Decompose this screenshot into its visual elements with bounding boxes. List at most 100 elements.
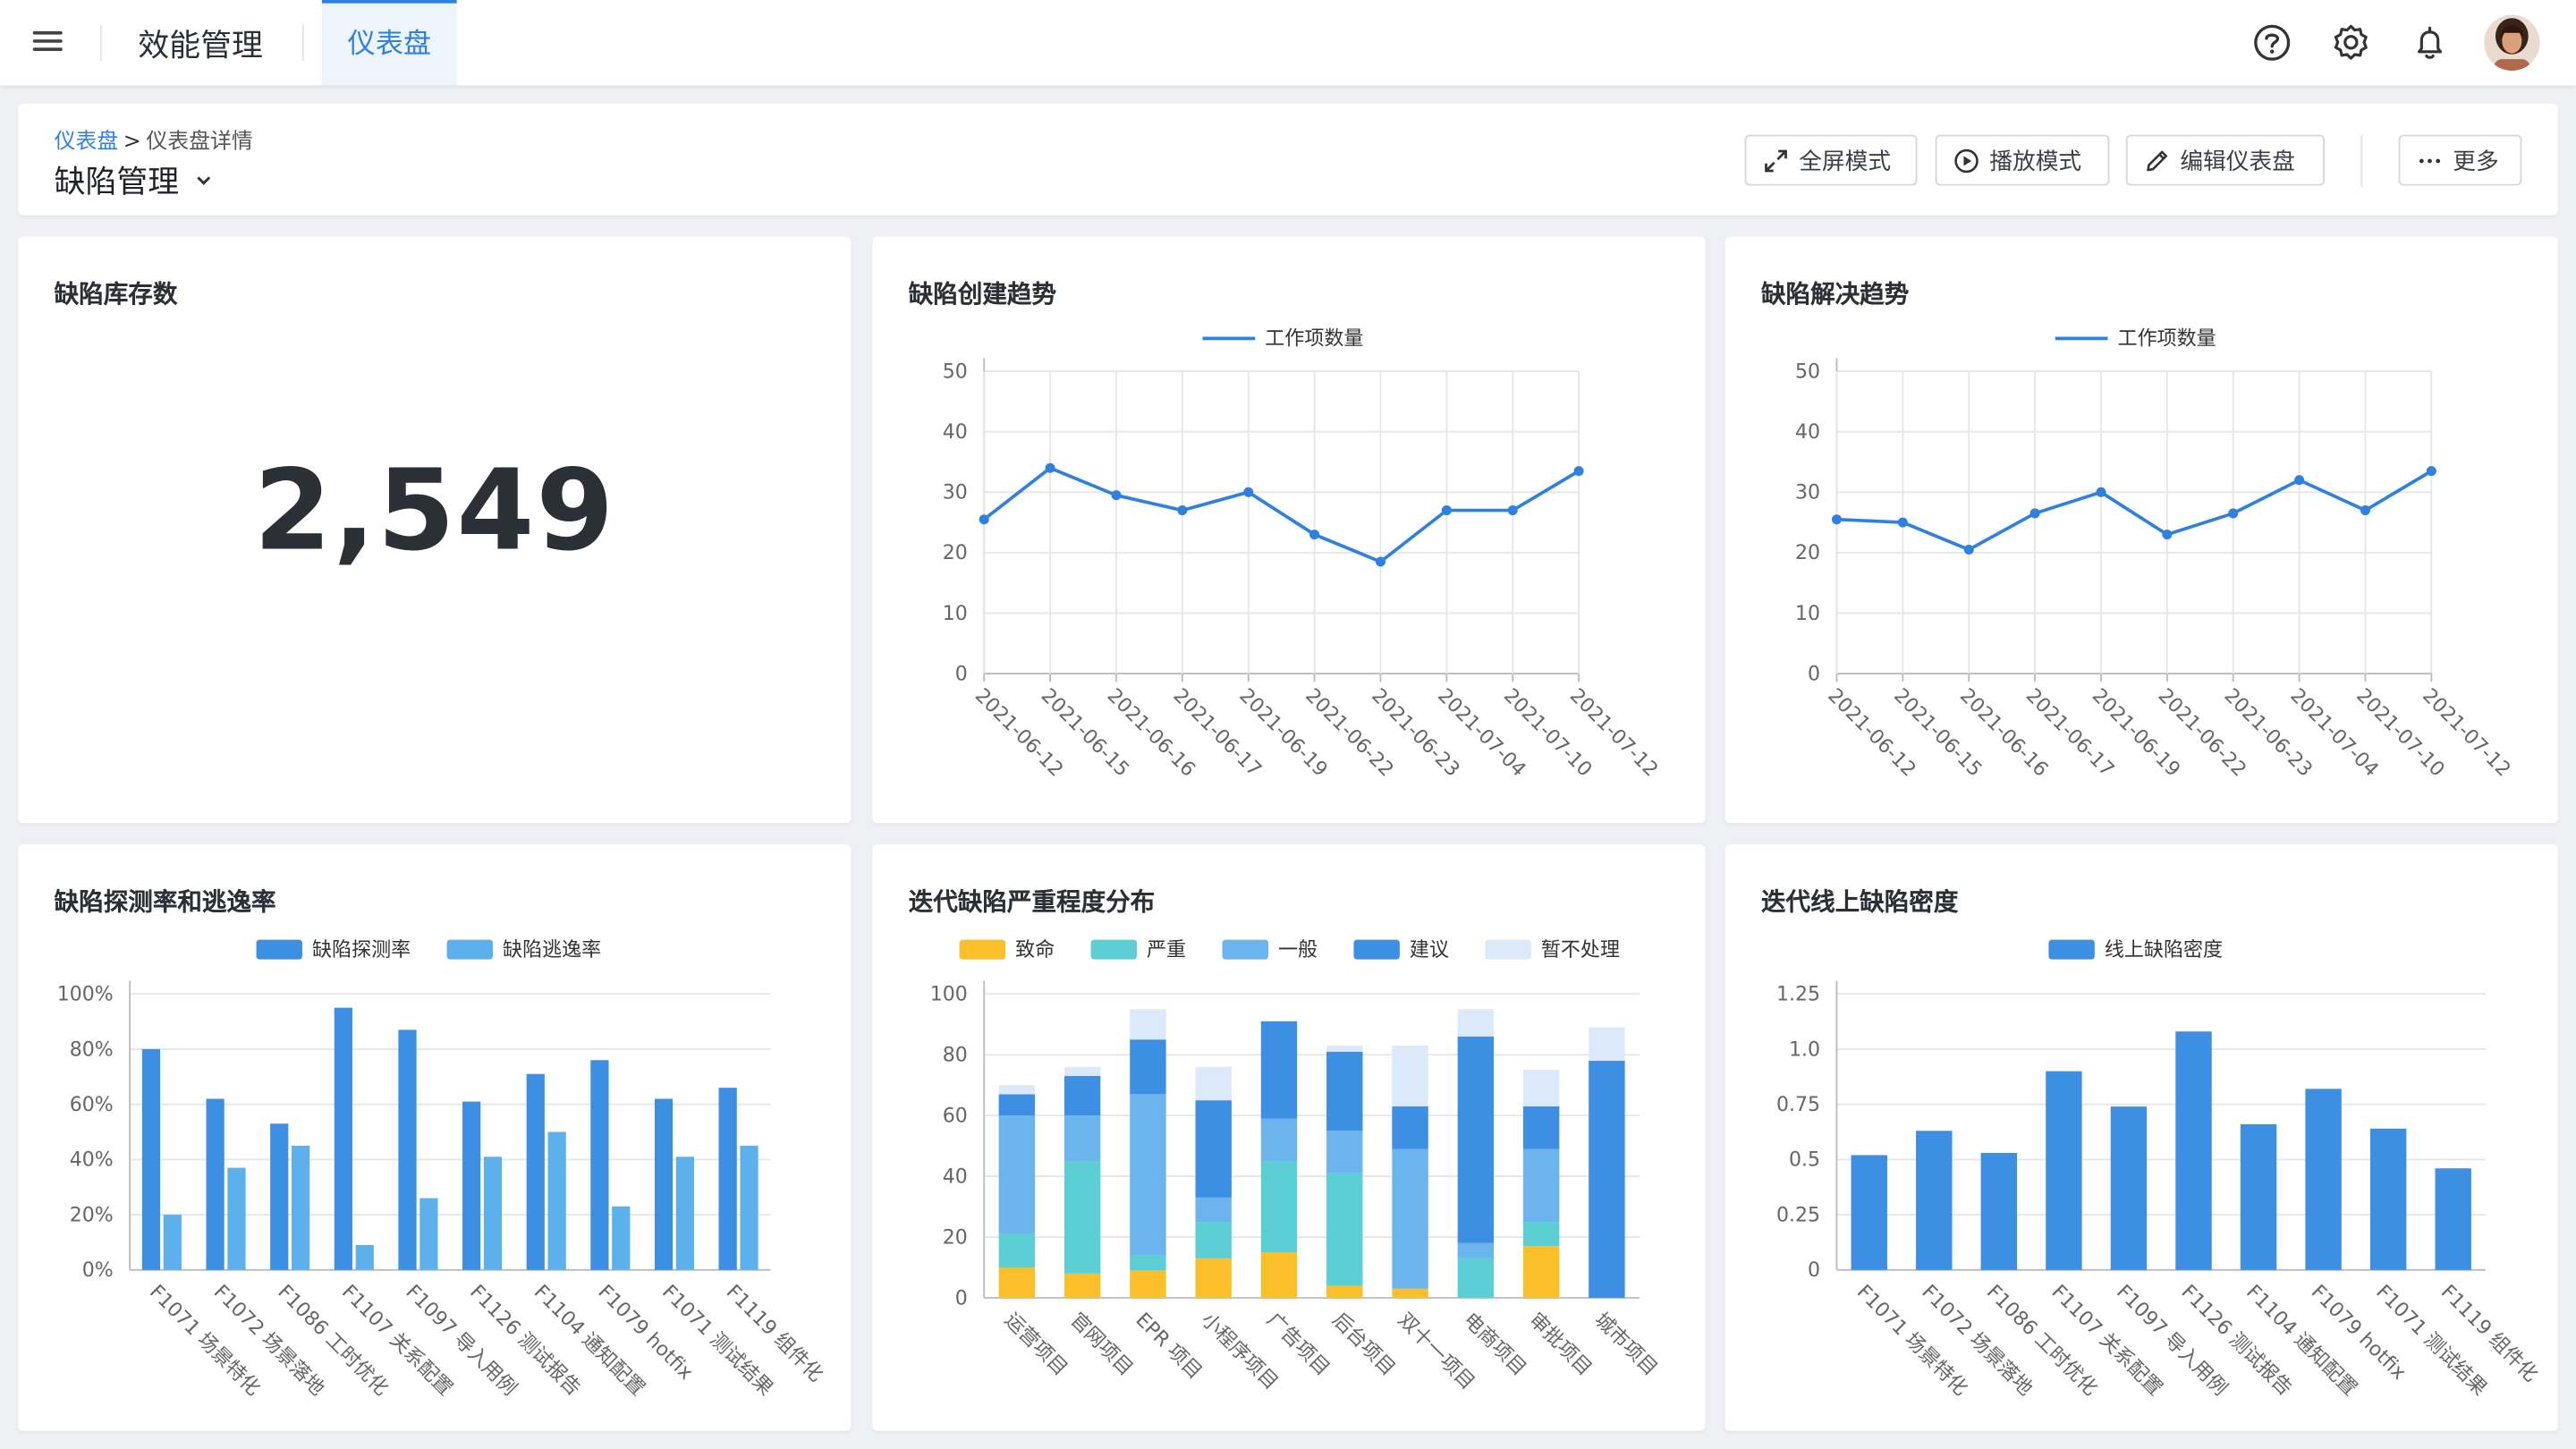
bar [1916,1131,1953,1270]
y-tick-label: 60 [943,1105,968,1127]
fullscreen-button[interactable]: 全屏模式 [1744,134,1918,186]
density-chart: 00.250.50.751.01.25F1071 场景特化F1072 场景落地F… [1776,939,2542,1401]
legend-swatch [959,939,1006,960]
menu-icon[interactable] [31,26,64,59]
bar [206,1098,225,1270]
avatar[interactable] [2484,14,2540,71]
data-point [2294,475,2305,486]
data-point [1963,544,1974,555]
y-tick-label: 0 [1808,1259,1820,1282]
bar [483,1157,503,1270]
bar [654,1098,674,1270]
y-tick-label: 0 [955,663,968,685]
bar-segment [1457,1242,1495,1258]
y-tick-label: 40 [1795,421,1820,444]
divider [2360,134,2363,188]
bar-segment [1522,1246,1560,1299]
card-severity: 迭代缺陷严重程度分布 0 20 40 60 80 100 运营项目 官网项目 EPR 项目 小程序… [872,844,1706,1431]
bar [675,1157,695,1270]
x-tick-label: F1126 测试报告 [465,1281,585,1401]
breadcrumb-dashboard-link[interactable]: 仪表盘 [55,130,119,155]
resolve-trend-chart: 010203040502021-06-122021-06-152021-06-1… [1795,328,2514,782]
bar-segment [1260,1021,1298,1119]
legend-label: 缺陷逃逸率 [503,939,601,962]
x-tick-label: F1107 关系配置 [2046,1281,2166,1401]
bar-segment [1522,1106,1560,1149]
bar-segment [1457,1258,1495,1299]
play-circle-icon [1954,148,1979,173]
card-defect-stock: 缺陷库存数 2,549 [18,236,852,824]
edit-dashboard-button[interactable]: 编辑仪表盘 [2125,134,2325,186]
y-tick-label: 80 [943,1045,968,1067]
bell-icon[interactable] [2409,21,2452,64]
y-tick-label: 1.0 [1789,1038,1820,1061]
data-point [2162,530,2173,540]
bar [526,1073,545,1270]
bar [163,1215,182,1270]
detect-escape-chart: 0%20%40%60%80%100%F1071 场景特化F1072 场景落地F1… [57,939,827,1401]
x-tick-label: F1086 工时优化 [273,1281,393,1401]
help-icon[interactable] [2250,21,2293,64]
app-title: 效能管理 [138,28,263,64]
legend-label: 致命 [1015,939,1055,962]
x-tick-label: F1097 导入用例 [402,1281,521,1401]
y-tick-label: 30 [1795,482,1820,504]
legend-swatch [256,939,302,960]
x-tick-label: 城市项目 [1589,1309,1661,1380]
data-point [1177,505,1188,516]
bar-segment [1260,1161,1298,1253]
bar [1980,1152,2018,1270]
dashboard-selector[interactable]: 缺陷管理 [55,157,212,202]
bar-segment [1063,1161,1101,1274]
bar [270,1123,289,1270]
defect-stock-value: 2,549 [253,446,615,577]
series-line [1836,470,2433,552]
data-point [1111,490,1122,501]
play-mode-button[interactable]: 播放模式 [1935,134,2110,186]
y-tick-label: 0% [82,1259,114,1282]
bar-segment [1130,1094,1166,1256]
bar [141,1048,161,1270]
more-button[interactable]: 更多 [2398,134,2522,186]
data-point [2096,487,2106,497]
bar-segment [1589,1027,1625,1061]
bar [2369,1128,2407,1270]
data-point [1309,530,1320,540]
y-tick-label: 0.5 [1789,1149,1820,1172]
tab-dashboard[interactable]: 仪表盘 [321,0,457,86]
bar [292,1145,310,1270]
legend-swatch [1222,939,1268,960]
bar [612,1206,631,1270]
bar-segment [1063,1066,1101,1076]
data-point [2228,508,2239,519]
y-tick-label: 40% [70,1149,114,1172]
legend-label: 工作项数量 [1265,328,1363,351]
card-density: 迭代线上缺陷密度 0 0.25 0.5 0.75 1.0 1.25 F1071 场景特化 F1… [1724,844,2558,1431]
bar [227,1167,246,1270]
data-point [1045,462,1055,473]
bar-segment [1195,1222,1232,1258]
page-title: 缺陷管理 [54,164,180,201]
x-tick-label: F1086 工时优化 [1982,1281,2102,1401]
bar-segment [998,1085,1036,1095]
edit-dashboard-label: 编辑仪表盘 [2180,148,2295,175]
breadcrumb-current: 仪表盘详情 [146,130,253,155]
bar [2305,1089,2342,1270]
bar [718,1088,737,1270]
bar-segment [1326,1045,1363,1052]
y-tick-label: 10 [943,603,968,625]
legend-label: 线上缺陷密度 [2105,939,2223,962]
y-tick-label: 0.25 [1776,1204,1820,1226]
breadcrumb-separator: > [123,130,141,155]
bar [2175,1031,2212,1270]
series-line [983,466,1580,564]
play-mode-label: 播放模式 [1989,148,2082,175]
settings-icon[interactable] [2329,21,2372,64]
chevron-down-icon [197,175,211,184]
x-tick-label: 官网项目 [1065,1309,1137,1380]
bar [398,1030,417,1270]
x-tick-label: 审批项目 [1524,1309,1596,1380]
bar [2110,1106,2148,1270]
bar-segment [1260,1118,1298,1162]
y-tick-label: 1.25 [1776,984,1820,1006]
